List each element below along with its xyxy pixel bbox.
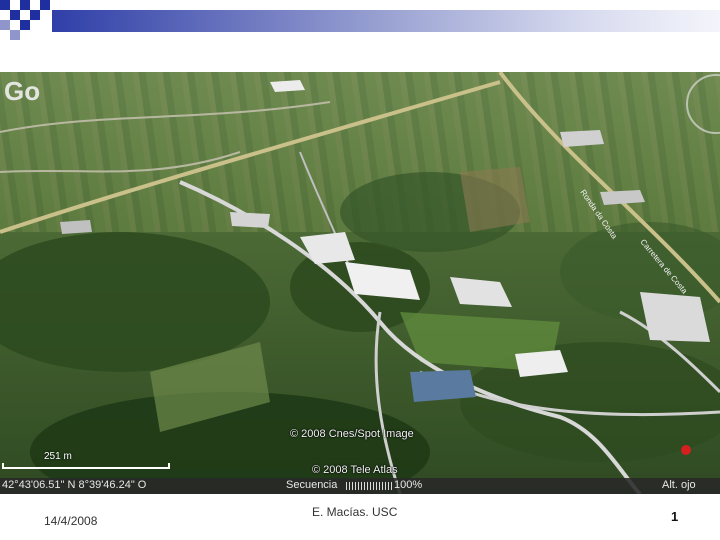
scale-bar — [2, 463, 170, 469]
streaming-label: Secuencia — [286, 479, 338, 491]
svg-text:Go: Go — [4, 76, 40, 106]
coordinates-readout: 42°43'06.51" N 8°39'46.24" O — [2, 479, 147, 491]
scale-label: 251 m — [44, 451, 72, 462]
streaming-percent: 100% — [394, 479, 423, 491]
slide-header — [0, 0, 720, 45]
tele-atlas-credit: © 2008 Tele Atlas — [312, 464, 398, 476]
eye-altitude-label: Alt. ojo — [662, 479, 696, 491]
header-gradient-bar — [52, 10, 720, 32]
map-status-bar: 42°43'06.51" N 8°39'46.24" O Secuencia 1… — [0, 478, 720, 494]
slide-footer: 14/4/2008 E. Macías. USC 1 — [0, 494, 720, 540]
spot-image-credit: © 2008 Cnes/Spot Image — [290, 428, 414, 440]
footer-date: 14/4/2008 — [44, 514, 98, 528]
checker-logo — [0, 0, 50, 40]
page-number: 1 — [671, 509, 679, 524]
google-logo-icon: Go — [4, 76, 40, 106]
streaming-progress-bar — [346, 482, 392, 490]
satellite-map-view[interactable]: Ronda da Costa Carretera de Costa © 2008… — [0, 72, 720, 494]
footer-author: E. Macías. USC — [312, 505, 398, 519]
